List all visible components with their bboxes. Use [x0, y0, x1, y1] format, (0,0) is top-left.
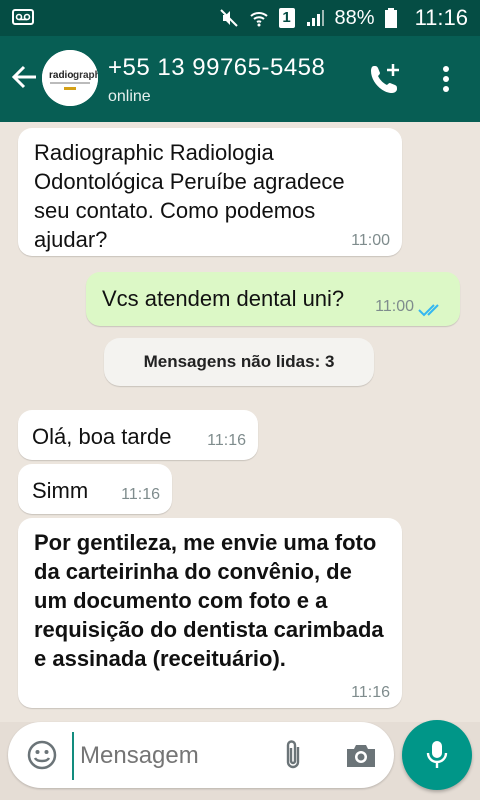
message-time: 11:16: [351, 684, 390, 701]
message-composer: [8, 722, 394, 788]
status-bar: 1 88% 11:16: [0, 0, 480, 36]
sim-badge: 1: [278, 8, 295, 28]
battery-percent: 88%: [334, 6, 375, 29]
message-text: Radiographic Radiologia Odontológica Per…: [34, 140, 345, 252]
message-bubble-incoming[interactable]: Radiographic Radiologia Odontológica Per…: [18, 128, 402, 256]
signal-icon: [306, 10, 324, 26]
mute-icon: [219, 9, 238, 27]
battery-icon: [384, 8, 397, 28]
contact-avatar[interactable]: radio graphic: [42, 50, 98, 106]
message-text: Por gentileza, me envie uma foto da cart…: [34, 530, 384, 671]
message-bubble-incoming[interactable]: Olá, boa tarde 11:16: [18, 410, 258, 460]
attach-icon[interactable]: [282, 738, 304, 772]
read-receipt-icon: [418, 304, 439, 317]
emoji-icon[interactable]: [26, 739, 58, 771]
voicemail-icon: [12, 9, 34, 25]
more-options-icon[interactable]: [434, 64, 458, 94]
message-time: 11:00: [351, 232, 390, 249]
message-bubble-incoming[interactable]: Simm 11:16: [18, 464, 172, 514]
message-time: 11:16: [207, 432, 246, 449]
wifi-icon: [249, 12, 268, 27]
message-time: 11:00: [375, 298, 414, 315]
microphone-icon: [426, 741, 448, 768]
message-input[interactable]: [72, 732, 272, 780]
clock: 11:16: [414, 5, 468, 30]
radiographic-logo-icon: radio graphic: [42, 50, 98, 106]
message-bubble-incoming[interactable]: Por gentileza, me envie uma foto da cart…: [18, 518, 402, 708]
chat-header: radio graphic +55 13 99765-5458 online: [0, 36, 480, 122]
message-time: 11:16: [121, 486, 160, 503]
svg-text:graphic: graphic: [73, 70, 98, 81]
camera-icon[interactable]: [344, 742, 378, 770]
voice-message-button[interactable]: [402, 720, 472, 790]
message-text: Simm: [32, 478, 89, 503]
svg-text:radio: radio: [49, 70, 73, 81]
contact-name[interactable]: +55 13 99765-5458: [108, 54, 325, 82]
unread-messages-banner: Mensagens não lidas: 3: [104, 338, 374, 386]
contact-status: online: [108, 88, 151, 105]
message-bubble-outgoing[interactable]: Vcs atendem dental uni? 11:00: [86, 272, 460, 326]
chat-area[interactable]: Radiographic Radiologia Odontológica Per…: [0, 122, 480, 722]
message-text: Vcs atendem dental uni?: [102, 286, 345, 311]
back-arrow-icon[interactable]: [10, 62, 40, 92]
add-call-icon[interactable]: [368, 62, 402, 96]
message-text: Olá, boa tarde: [32, 424, 172, 449]
